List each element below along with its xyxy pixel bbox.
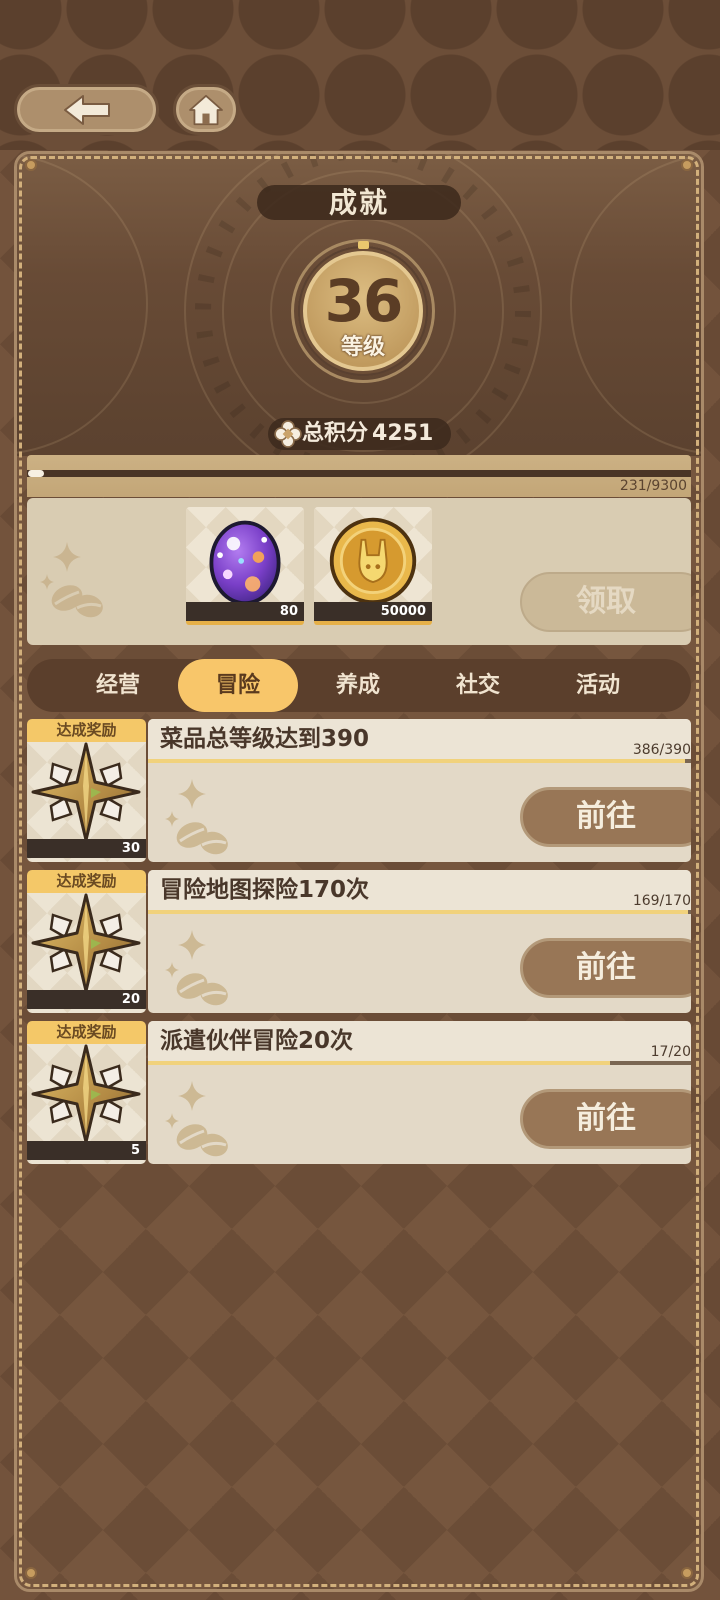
achievement-row: 达成奖励 20 冒险地图探险170次 169/170 前往 bbox=[27, 870, 691, 1013]
compass-star-icon bbox=[31, 1044, 141, 1144]
purple-egg-icon bbox=[209, 520, 281, 606]
reward-item[interactable]: 80 bbox=[186, 507, 304, 625]
total-points: 总积分 4251 bbox=[268, 418, 451, 450]
coffee-beans-sparkle-icon bbox=[165, 1081, 228, 1157]
achievement-progress-track bbox=[148, 1061, 691, 1065]
achievement-card: 菜品总等级达到390 386/390 前往 bbox=[148, 719, 691, 862]
tab-events[interactable]: 活动 bbox=[538, 659, 658, 712]
achievement-progress-text: 169/170 bbox=[632, 893, 691, 909]
level-number: 36 bbox=[324, 267, 404, 335]
achievement-title: 派遣伙伴冒险20次 bbox=[160, 1028, 354, 1054]
go-button[interactable]: 前往 bbox=[520, 938, 691, 998]
achievement-reward-slot[interactable]: 20 bbox=[27, 893, 146, 1013]
level-label: 等级 bbox=[340, 335, 385, 360]
corner-dot bbox=[681, 1567, 693, 1579]
home-icon bbox=[189, 94, 223, 125]
progress-fill bbox=[28, 470, 45, 477]
tab-cultivation[interactable]: 养成 bbox=[298, 659, 418, 712]
achievement-card: 派遣伙伴冒险20次 17/20 前往 bbox=[148, 1021, 691, 1164]
achievement-reward-badge: 达成奖励 bbox=[27, 870, 146, 893]
achievement-progress-track bbox=[148, 910, 691, 914]
achievement-title: 冒险地图探险170次 bbox=[160, 877, 370, 903]
achievement-progress-text: 386/390 bbox=[632, 742, 691, 758]
coffee-beans-sparkle-icon bbox=[40, 542, 103, 618]
reward-item[interactable]: 50000 bbox=[314, 507, 432, 625]
reward-count: 30 bbox=[27, 839, 146, 858]
reward-count: 5 bbox=[27, 1141, 146, 1160]
coffee-beans-sparkle-icon bbox=[165, 779, 228, 855]
claim-button[interactable]: 领取 bbox=[520, 572, 691, 632]
achievement-progress-fill bbox=[148, 1061, 610, 1065]
tab-social[interactable]: 社交 bbox=[418, 659, 538, 712]
corner-dot bbox=[681, 159, 693, 171]
arrow-left-icon bbox=[63, 94, 110, 125]
page-title: 成就 bbox=[257, 185, 461, 220]
achievement-reward-badge: 达成奖励 bbox=[27, 1021, 146, 1044]
achievement-reward-slot[interactable]: 5 bbox=[27, 1044, 146, 1164]
clover-icon bbox=[274, 420, 302, 448]
compass-star-icon bbox=[31, 742, 141, 842]
achievement-card: 冒险地图探险170次 169/170 前往 bbox=[148, 870, 691, 1013]
achievement-progress-text: 17/20 bbox=[650, 1044, 691, 1060]
achievement-progress-fill bbox=[148, 759, 686, 763]
total-progress-bar: 231/9300 bbox=[27, 455, 691, 497]
home-button[interactable] bbox=[173, 84, 239, 135]
back-button[interactable] bbox=[14, 84, 159, 135]
coffee-beans-sparkle-icon bbox=[165, 930, 228, 1006]
go-button[interactable]: 前往 bbox=[520, 1089, 691, 1149]
achievement-row: 达成奖励 5 派遣伙伴冒险20次 17/20 前往 bbox=[27, 1021, 691, 1164]
achievement-progress-fill bbox=[148, 910, 688, 914]
points-value: 4251 bbox=[372, 421, 434, 446]
corner-dot bbox=[25, 1567, 37, 1579]
achievement-row: 达成奖励 30 菜品总等级达到390 386/390 前往 bbox=[27, 719, 691, 862]
reward-count: 20 bbox=[27, 990, 146, 1009]
gold-coin-icon bbox=[329, 517, 417, 605]
achievement-progress-track bbox=[148, 759, 691, 763]
points-label: 总积分 bbox=[302, 421, 369, 446]
level-notch bbox=[358, 241, 369, 249]
level-reward-box: 80 50000 领取 bbox=[27, 498, 691, 645]
category-tabs: 经营 冒险 养成 社交 活动 bbox=[27, 659, 691, 712]
progress-text: 231/9300 bbox=[619, 478, 687, 494]
tab-management[interactable]: 经营 bbox=[58, 659, 178, 712]
corner-dot bbox=[25, 159, 37, 171]
achievement-title: 菜品总等级达到390 bbox=[160, 726, 370, 752]
go-button[interactable]: 前往 bbox=[520, 787, 691, 847]
achievement-reward-badge: 达成奖励 bbox=[27, 719, 146, 742]
tab-adventure[interactable]: 冒险 bbox=[178, 659, 298, 712]
reward-count: 80 bbox=[186, 602, 304, 621]
progress-track bbox=[27, 470, 691, 477]
achievement-reward-slot[interactable]: 30 bbox=[27, 742, 146, 862]
reward-count: 50000 bbox=[314, 602, 432, 621]
compass-star-icon bbox=[31, 893, 141, 993]
